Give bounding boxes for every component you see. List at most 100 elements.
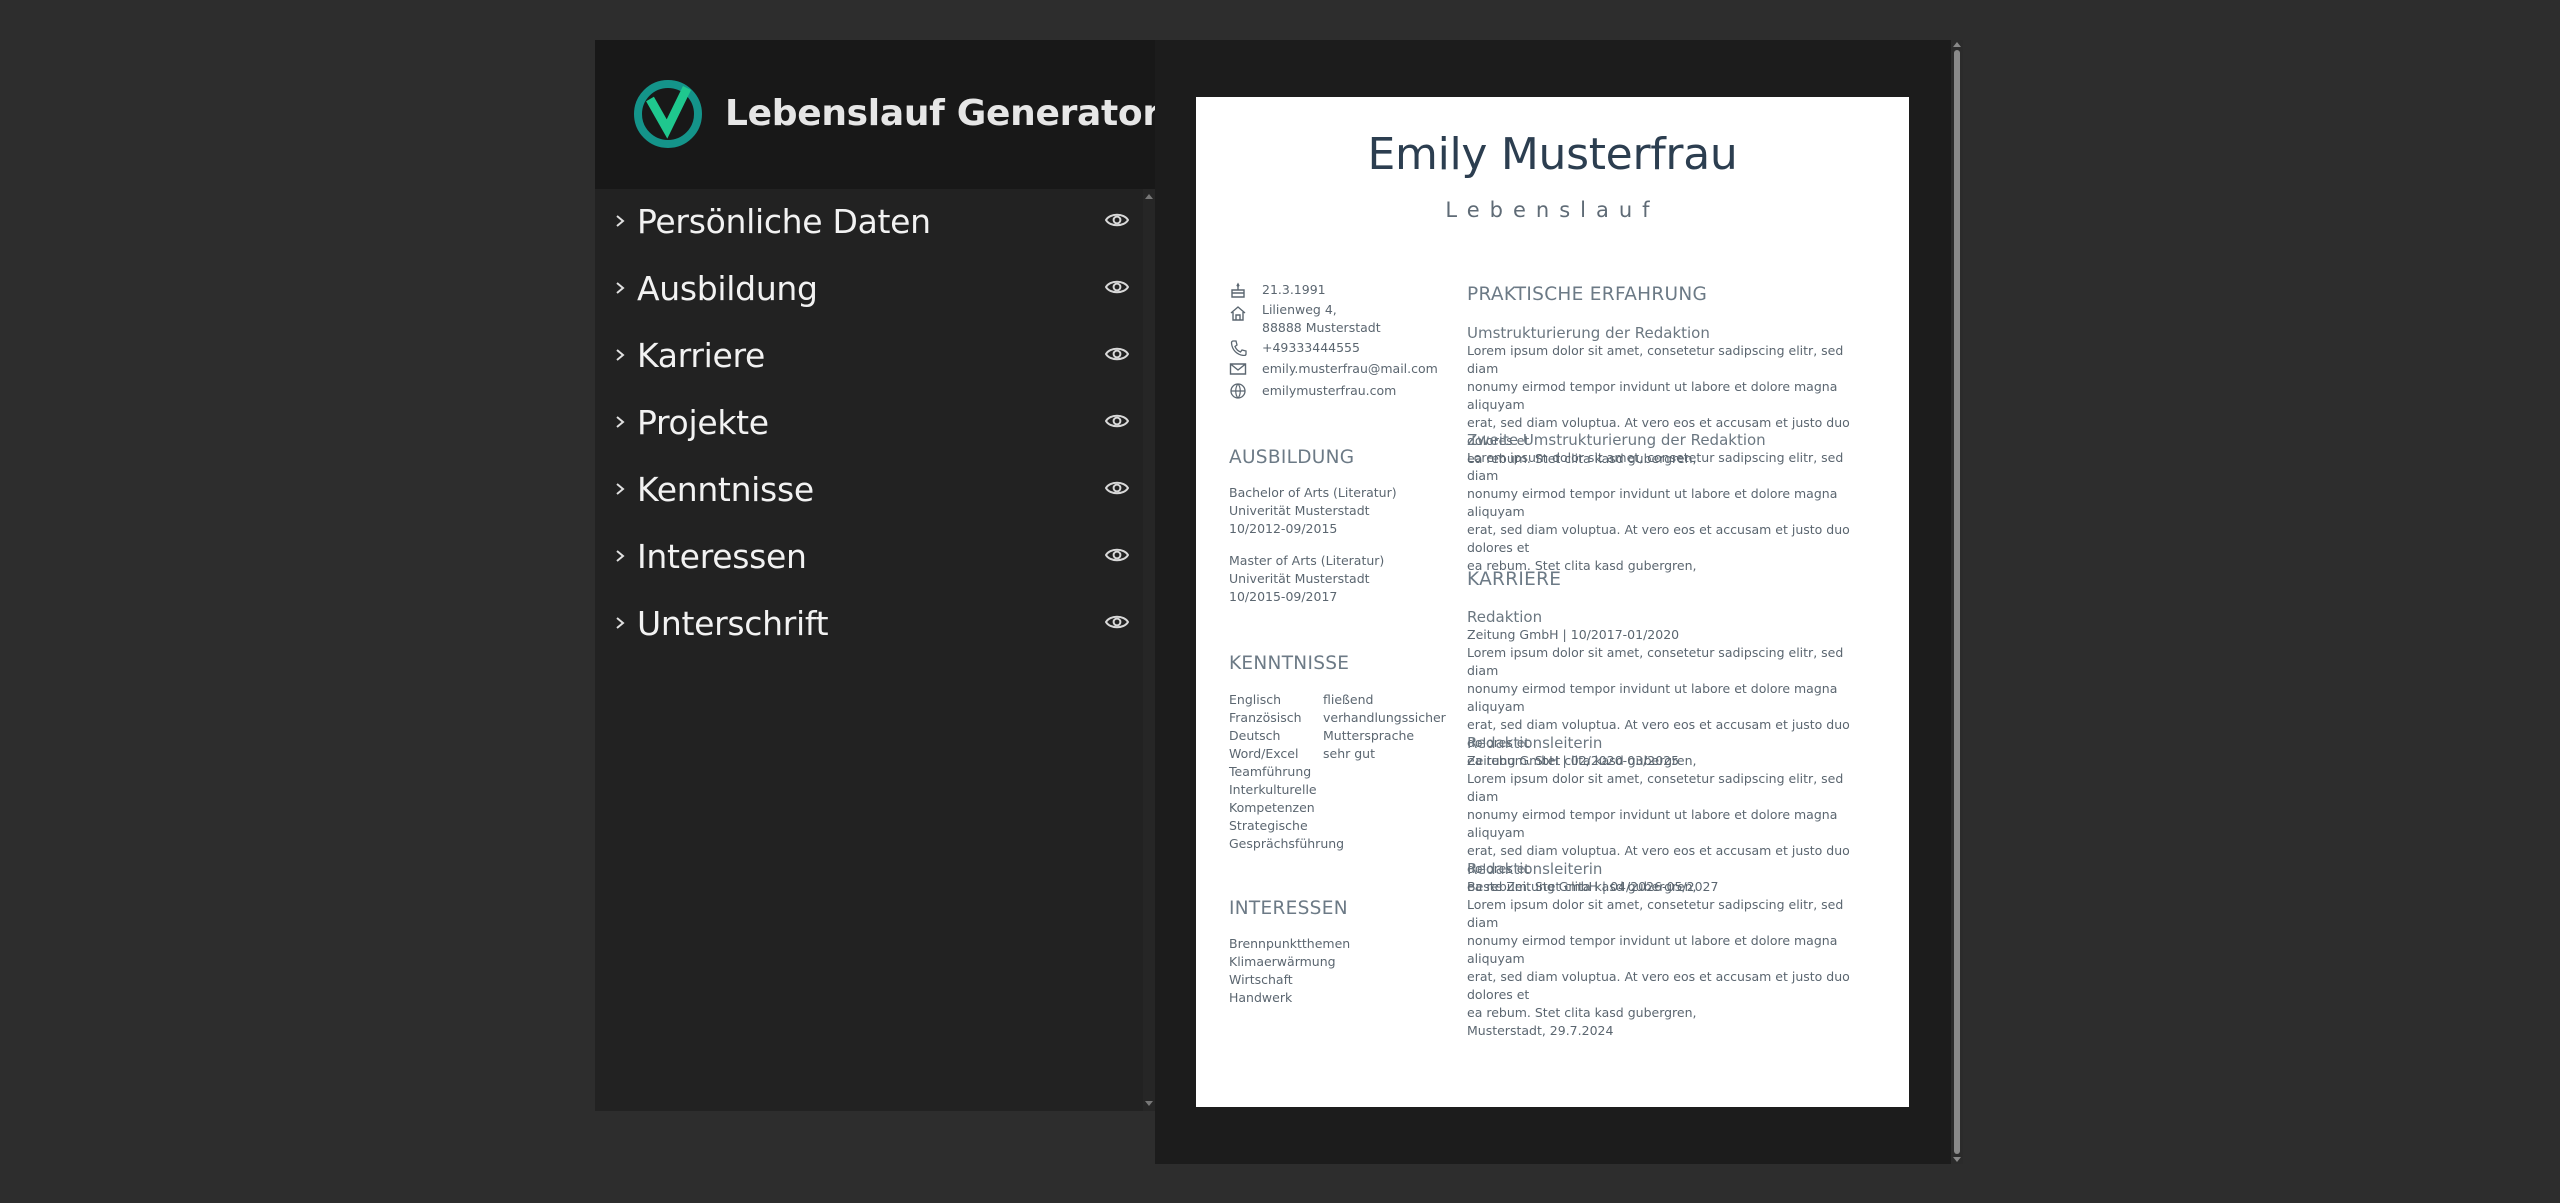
- contact-email: emily.musterfrau@mail.com: [1229, 360, 1459, 380]
- skill-level: Muttersprache: [1323, 728, 1415, 743]
- scroll-down-arrow-icon[interactable]: [1145, 1101, 1153, 1107]
- eye-icon[interactable]: [1105, 278, 1129, 296]
- birthdate-text: 21.3.1991: [1262, 282, 1326, 297]
- app-header: Lebenslauf Generator: [595, 40, 1160, 189]
- section-list: Persönliche Daten Ausbildung Karriere Pr…: [595, 189, 1143, 658]
- interests-list: Brennpunktthemen Klimaerwärmung Wirtscha…: [1229, 935, 1350, 1007]
- section-kenntnisse[interactable]: Kenntnisse: [595, 457, 1143, 524]
- home-icon: [1230, 306, 1246, 321]
- website-text: emilymusterfrau.com: [1262, 383, 1397, 398]
- phone-icon: [1230, 340, 1247, 356]
- skill-name: Teamführung: [1229, 764, 1312, 779]
- eye-icon[interactable]: [1105, 412, 1129, 430]
- experience-title: Umstrukturierung der Redaktion: [1467, 324, 1710, 342]
- education-heading: AUSBILDUNG: [1229, 447, 1355, 468]
- globe-icon: [1230, 383, 1246, 399]
- interest-item: Klimaerwärmung: [1229, 954, 1336, 969]
- text-line: nonumy eirmod tempor invidunt ut labore …: [1467, 681, 1838, 714]
- skill-name: Strategische: [1229, 818, 1308, 833]
- text-line: ea rebum. Stet clita kasd gubergren,: [1467, 1005, 1697, 1020]
- education-period: 10/2015-09/2017: [1229, 589, 1338, 604]
- phone-text: +49333444555: [1262, 340, 1360, 355]
- education-entry: Bachelor of Arts (Literatur) Univerität …: [1229, 484, 1397, 538]
- section-projekte[interactable]: Projekte: [595, 390, 1143, 457]
- interest-item: Brennpunktthemen: [1229, 936, 1351, 951]
- text-line: Lorem ipsum dolor sit amet, consetetur s…: [1467, 450, 1844, 483]
- skills-heading: KENNTNISSE: [1229, 653, 1350, 674]
- career-heading: KARRIERE: [1467, 569, 1562, 590]
- career-title: Redaktion: [1467, 608, 1543, 626]
- contact-phone: +49333444555: [1229, 339, 1459, 359]
- section-unterschrift[interactable]: Unterschrift: [595, 591, 1143, 658]
- eye-icon[interactable]: [1105, 479, 1129, 497]
- interest-item: Wirtschaft: [1229, 972, 1293, 987]
- scroll-down-arrow-icon[interactable]: [1953, 1157, 1961, 1163]
- text-line: Lorem ipsum dolor sit amet, consetetur s…: [1467, 645, 1844, 678]
- chevron-right-icon: [616, 617, 625, 629]
- section-ausbildung[interactable]: Ausbildung: [595, 256, 1143, 323]
- cake-icon: [1231, 282, 1245, 298]
- chevron-right-icon: [616, 215, 625, 227]
- mail-icon: [1229, 363, 1247, 375]
- career-meta: Zeitung GmbH | 10/2017-01/2020: [1467, 627, 1680, 642]
- text-line: Lorem ipsum dolor sit amet, consetetur s…: [1467, 343, 1844, 376]
- interests-heading: INTERESSEN: [1229, 898, 1348, 919]
- eye-icon[interactable]: [1105, 211, 1129, 229]
- contact-birthdate: 21.3.1991: [1229, 281, 1459, 301]
- app-title: Lebenslauf Generator: [725, 93, 1160, 134]
- skills-levels: fließend verhandlungssicher Muttersprach…: [1323, 691, 1446, 763]
- scroll-up-arrow-icon[interactable]: [1145, 193, 1153, 199]
- cv-page: Emily Musterfrau Lebenslauf 21.3.1991 Li…: [1196, 97, 1909, 1107]
- career-description: Beste Zeitung GmbH | 04/2026-05/2027 Lor…: [1467, 878, 1872, 1022]
- eye-icon[interactable]: [1105, 546, 1129, 564]
- section-label: Persönliche Daten: [637, 202, 931, 241]
- text-line: nonumy eirmod tempor invidunt ut labore …: [1467, 486, 1838, 519]
- experience-title: Zweite Umstrukturierung der Redaktion: [1467, 431, 1766, 449]
- text-line: nonumy eirmod tempor invidunt ut labore …: [1467, 379, 1838, 412]
- skill-name: Gesprächsführung: [1229, 836, 1345, 851]
- education-period: 10/2012-09/2015: [1229, 521, 1338, 536]
- career-meta: Zeitung GmbH | 02/2020-03/2025: [1467, 753, 1680, 768]
- skill-name: Interkulturelle: [1229, 782, 1317, 797]
- education-school: Univerität Musterstadt: [1229, 503, 1370, 518]
- preview-scrollbar[interactable]: [1951, 40, 1963, 1164]
- section-label: Ausbildung: [637, 269, 818, 308]
- section-label: Projekte: [637, 403, 769, 442]
- interest-item: Handwerk: [1229, 990, 1293, 1005]
- address-line1: Lilienweg 4,: [1262, 302, 1337, 317]
- section-label: Kenntnisse: [637, 470, 814, 509]
- education-entry: Master of Arts (Literatur) Univerität Mu…: [1229, 552, 1384, 606]
- chevron-right-icon: [616, 416, 625, 428]
- eye-icon[interactable]: [1105, 345, 1129, 363]
- career-title: Redaktionsleiterin: [1467, 860, 1603, 878]
- section-label: Interessen: [637, 537, 807, 576]
- section-label: Karriere: [637, 336, 766, 375]
- section-karriere[interactable]: Karriere: [595, 323, 1143, 390]
- panel-scrollbar[interactable]: [1143, 189, 1155, 1111]
- email-text: emily.musterfrau@mail.com: [1262, 361, 1438, 376]
- editor-panel: Lebenslauf Generator Persönliche Daten A…: [595, 40, 1160, 1111]
- section-interessen[interactable]: Interessen: [595, 524, 1143, 591]
- experience-description: Lorem ipsum dolor sit amet, consetetur s…: [1467, 449, 1872, 575]
- text-line: erat, sed diam voluptua. At vero eos et …: [1467, 522, 1850, 555]
- career-meta: Beste Zeitung GmbH | 04/2026-05/2027: [1467, 879, 1719, 894]
- scrollbar-thumb[interactable]: [1954, 50, 1960, 1154]
- career-title: Redaktionsleiterin: [1467, 734, 1603, 752]
- text-line: nonumy eirmod tempor invidunt ut labore …: [1467, 933, 1838, 966]
- eye-icon[interactable]: [1105, 613, 1129, 631]
- cv-name: Emily Musterfrau: [1367, 129, 1738, 180]
- education-degree: Master of Arts (Literatur): [1229, 553, 1385, 568]
- chevron-right-icon: [616, 349, 625, 361]
- app-logo: [634, 80, 702, 148]
- education-degree: Bachelor of Arts (Literatur): [1229, 485, 1397, 500]
- text-line: erat, sed diam voluptua. At vero eos et …: [1467, 969, 1850, 1002]
- skill-name: Kompetenzen: [1229, 800, 1315, 815]
- scroll-up-arrow-icon[interactable]: [1953, 41, 1961, 47]
- contact-website: emilymusterfrau.com: [1229, 382, 1459, 402]
- section-label: Unterschrift: [637, 604, 829, 643]
- education-school: Univerität Musterstadt: [1229, 571, 1370, 586]
- skill-level: sehr gut: [1323, 746, 1375, 761]
- chevron-right-icon: [616, 483, 625, 495]
- section-persoenliche-daten[interactable]: Persönliche Daten: [595, 189, 1143, 256]
- skill-level: verhandlungssicher: [1323, 710, 1446, 725]
